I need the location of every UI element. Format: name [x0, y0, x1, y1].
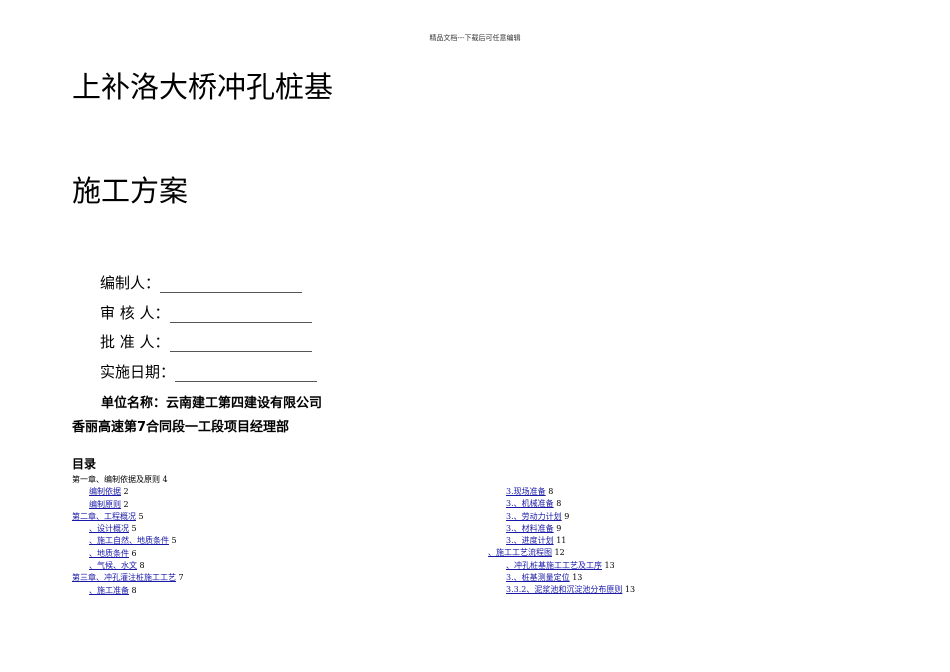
toc-page-number: 2 — [123, 487, 129, 497]
toc-entry: 编制原则 2 — [72, 499, 184, 511]
toc-page-number: 2 — [123, 499, 129, 509]
toc-page-number: 5 — [131, 524, 137, 534]
title-line-1: 上补洛大桥冲孔桩基 — [72, 70, 334, 104]
toc-entry: 3.、机械准备 8 — [488, 498, 635, 510]
toc-page-number: 7 — [178, 573, 184, 583]
toc-entry: 、施工准备 8 — [72, 585, 184, 597]
toc-page-number: 13 — [624, 585, 636, 595]
toc-entry-link[interactable]: 3.、进度计划 — [506, 536, 554, 545]
toc-entry: 编制依据 2 — [72, 486, 184, 498]
signature-label: 编制人： — [100, 274, 161, 292]
signature-label: 批 准 人： — [100, 333, 170, 351]
signature-line — [169, 308, 312, 323]
toc-entry-link[interactable]: 3.、机械准备 — [506, 499, 554, 508]
toc-entry-link[interactable]: 、地质条件 — [89, 549, 129, 558]
toc-left-column: 第一章、编制依据及原则 4 编制依据 2 编制原则 2 第二章、工程概况 5 、设计概况… — [72, 474, 184, 597]
toc-entry-link[interactable]: 、冲孔桩基施工工艺及工序 — [506, 561, 602, 570]
signature-approver: 批 准 人： — [100, 331, 312, 352]
toc-entry-link[interactable]: 、施工准备 — [89, 586, 129, 595]
toc-page-number: 11 — [556, 536, 567, 546]
toc-entry: 3.、进度计划 11 — [488, 535, 635, 547]
toc-entry-link[interactable]: 编制依据 — [89, 487, 121, 496]
toc-entry-link[interactable]: 第二章、工程概况 — [72, 512, 136, 521]
toc-entry: 、气候、水文 8 — [72, 560, 184, 572]
toc-entry: 3.、桩基测量定位 13 — [488, 572, 635, 584]
signature-label: 审 核 人： — [100, 304, 170, 322]
signature-reviewer: 审 核 人： — [100, 302, 312, 323]
toc-entry: 第二章、工程概况 5 — [72, 511, 184, 523]
document-page: 精品文档---下载后可任意编辑 上补洛大桥冲孔桩基 施工方案 编制人： 审 核 … — [0, 0, 950, 672]
toc-entry-link[interactable]: 第三章、冲孔灌注桩施工工艺 — [72, 573, 176, 582]
toc-entry-link[interactable]: 编制原则 — [89, 500, 121, 509]
toc-page-number: 5 — [138, 511, 144, 521]
signature-line — [160, 278, 303, 293]
toc-page-number: 13 — [572, 573, 583, 583]
toc-entry: 、冲孔桩基施工工艺及工序 13 — [488, 560, 635, 572]
unit-name: 单位名称：云南建工第四建设有限公司 — [101, 396, 323, 411]
toc-entry: 3.、材料准备 9 — [488, 523, 635, 535]
toc-entry: 、地质条件 6 — [72, 548, 184, 560]
toc-page-number: 8 — [548, 487, 554, 496]
toc-entry-link[interactable]: 3.、材料准备 — [506, 524, 554, 533]
toc-page-number: 8 — [556, 499, 562, 509]
toc-title: 目录 — [72, 457, 97, 471]
toc-page-number: 8 — [139, 561, 145, 571]
signature-label: 实施日期： — [100, 363, 176, 381]
signature-author: 编制人： — [100, 272, 303, 293]
toc-entry-link: 第一章、编制依据及原则 — [72, 475, 160, 484]
toc-page-number: 5 — [171, 536, 177, 546]
toc-page-number: 9 — [564, 511, 570, 521]
toc-entry: 第一章、编制依据及原则 4 — [72, 474, 184, 486]
signature-line — [169, 337, 312, 352]
toc-entry: 3.3.2、泥浆池和沉淀池分布原则 13 — [488, 584, 635, 596]
signature-date: 实施日期： — [100, 361, 318, 382]
toc-entry: 、施工自然、地质条件 5 — [72, 535, 184, 547]
signature-line — [175, 367, 318, 382]
toc-entry-link[interactable]: 3.现场准备 — [506, 487, 546, 496]
toc-entry: 、设计概况 5 — [72, 523, 184, 535]
toc-entry: 3.现场准备 8 — [488, 486, 635, 498]
toc-page-number: 13 — [604, 560, 615, 570]
department-name: 香丽高速第7合同段一工段项目经理部 — [72, 420, 290, 435]
toc-right-column: 3.现场准备 8 3.、机械准备 8 3.、劳动力计划 9 3.、材料准备 9 3.、进… — [488, 486, 635, 597]
toc-entry-link[interactable]: 、设计概况 — [89, 524, 129, 533]
toc-entry-link[interactable]: 3.3.2、泥浆池和沉淀池分布原则 — [506, 585, 622, 594]
toc-page-number: 9 — [556, 523, 562, 533]
toc-page-number: 12 — [554, 548, 565, 558]
toc-entry-link[interactable]: 3.、桩基测量定位 — [506, 573, 570, 582]
toc-entry-link[interactable]: 3.、劳动力计划 — [506, 512, 562, 521]
toc-entry-link[interactable]: 、气候、水文 — [89, 561, 137, 570]
title-line-2: 施工方案 — [72, 174, 189, 208]
toc-entry-link[interactable]: 、施工工艺流程图 — [488, 548, 552, 557]
toc-entry: 、施工工艺流程图 12 — [488, 547, 635, 559]
page-header: 精品文档---下载后可任意编辑 — [429, 34, 521, 42]
toc-page-number: 4 — [162, 475, 168, 484]
toc-page-number: 6 — [131, 548, 137, 558]
toc-entry: 3.、劳动力计划 9 — [488, 511, 635, 523]
toc-page-number: 8 — [131, 585, 137, 595]
toc-entry-link[interactable]: 、施工自然、地质条件 — [89, 536, 169, 545]
toc-entry: 第三章、冲孔灌注桩施工工艺 7 — [72, 572, 184, 584]
